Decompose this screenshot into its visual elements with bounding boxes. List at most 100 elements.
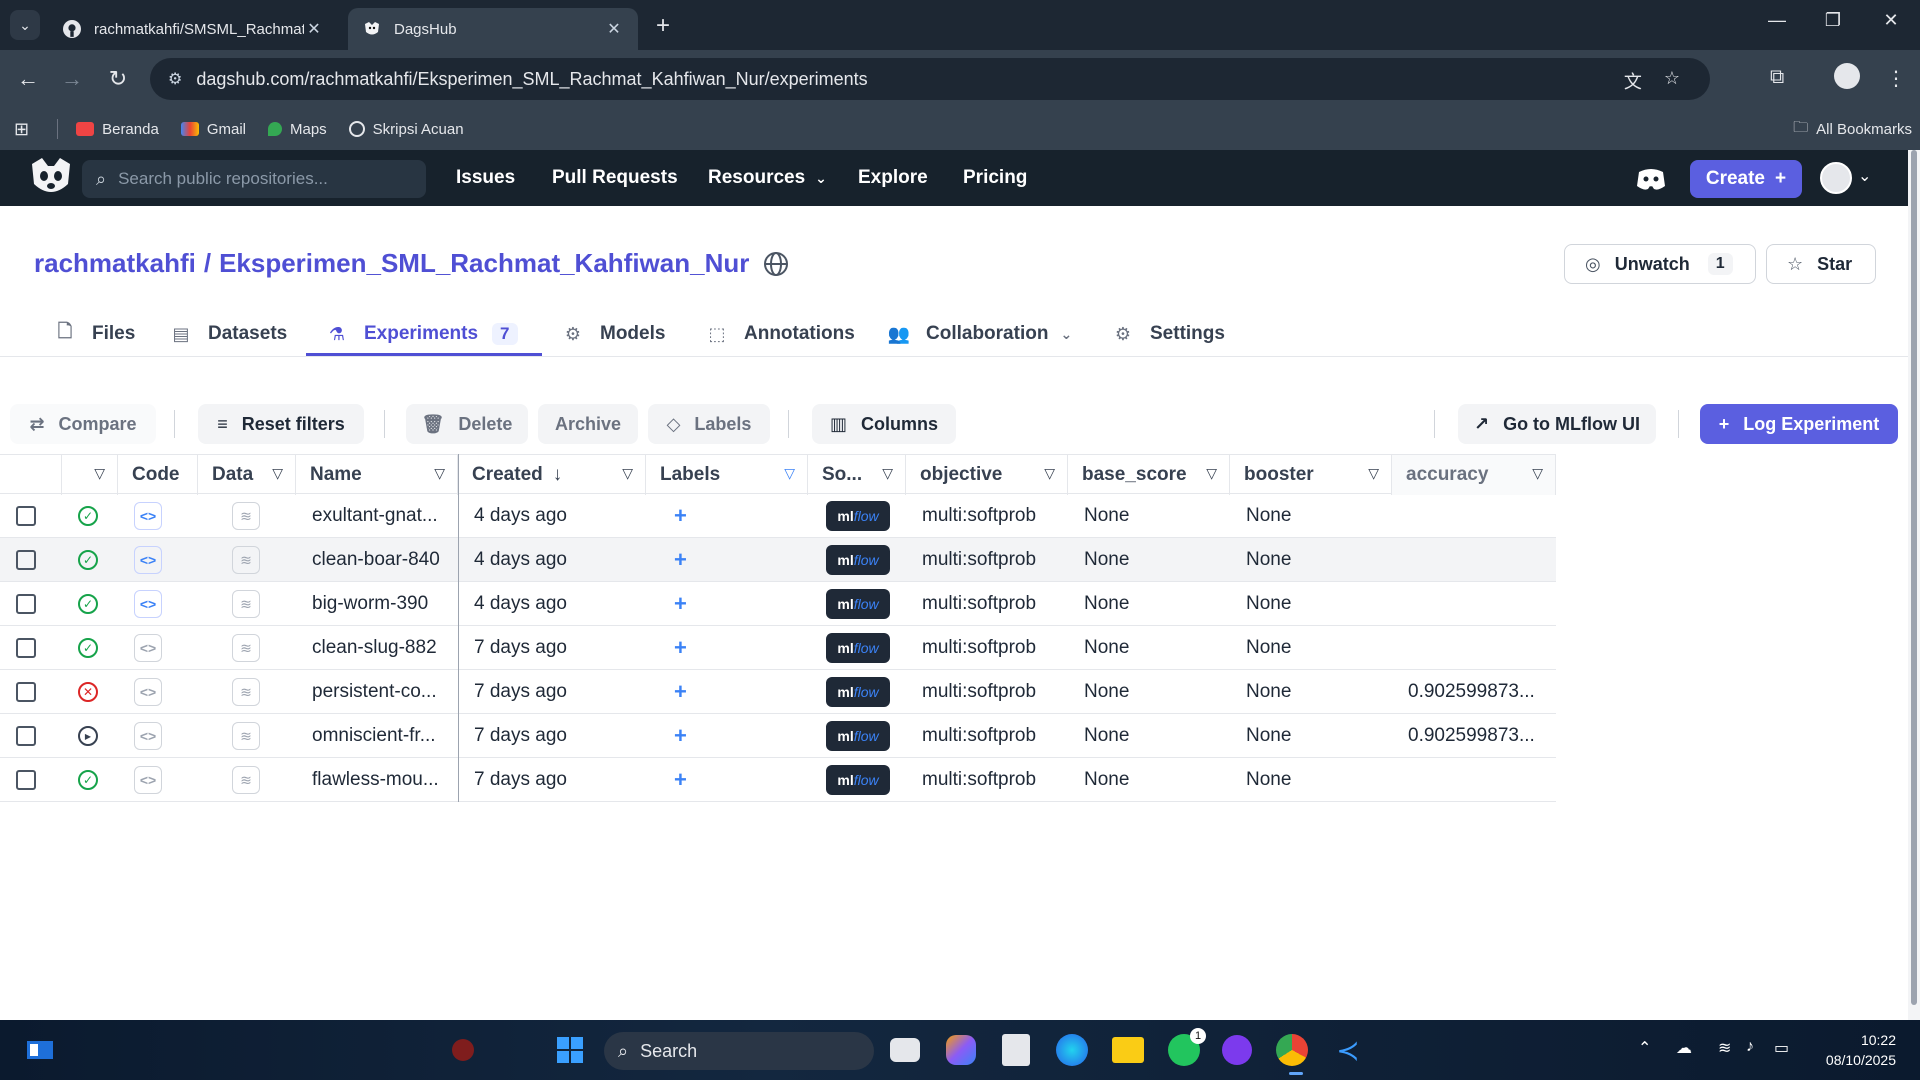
name-cell[interactable]: omniscient-fr... [312,714,452,758]
close-tab-icon[interactable]: ✕ [304,19,324,39]
bookmark-skripsi-acuan[interactable]: Skripsi Acuan [348,121,464,138]
header-source[interactable]: So... ▽ [808,455,906,495]
header-objective[interactable]: objective ▽ [906,455,1068,495]
add-label-icon[interactable]: + [674,767,687,793]
database-icon[interactable]: ≋ [232,502,260,530]
weather-icon[interactable] [452,1039,474,1061]
copilot-icon[interactable] [946,1035,976,1065]
code-icon[interactable]: <> [134,634,162,662]
taskbar-search[interactable]: ⌕ Search [604,1032,874,1070]
tab-search-menu-button[interactable]: ⌄ [10,10,40,40]
sort-desc-icon[interactable]: ↓ [553,464,563,486]
whatsapp-icon[interactable]: 1 [1168,1028,1206,1066]
filter-icon[interactable]: ▽ [882,465,893,482]
filter-icon[interactable]: ▽ [1044,465,1055,482]
go-to-mlflow-button[interactable]: ↗ Go to MLflow UI [1458,404,1656,444]
header-base-score[interactable]: base_score ▽ [1068,455,1230,495]
apps-grid-icon[interactable]: ⊞ [14,119,29,140]
table-row[interactable]: ✓ <> ≋ exultant-gnat... 4 days ago + ml flow mul… [0,494,1556,538]
tab-collaboration[interactable]: 👥 Collaboration ⌄ [888,314,1072,354]
name-cell[interactable]: persistent-co... [312,670,452,714]
filter-icon[interactable]: ▽ [622,465,633,482]
table-row[interactable]: ✕ <> ≋ persistent-co... 7 days ago + ml flow mul… [0,670,1556,714]
mlflow-logo-icon[interactable]: ml flow [826,501,890,531]
filter-icon[interactable]: ▽ [434,465,445,482]
table-row[interactable]: ✓ <> ≋ clean-boar-840 4 days ago + ml flow multi… [0,538,1556,582]
system-clock[interactable]: 10:22 08/10/2025 [1806,1030,1896,1070]
nav-explore[interactable]: Explore [858,150,928,206]
windows-start-icon[interactable] [552,1032,588,1068]
add-label-icon[interactable]: + [674,591,687,617]
row-checkbox[interactable] [16,594,36,614]
forward-button[interactable]: → [58,65,86,93]
mlflow-logo-icon[interactable]: ml flow [826,721,890,751]
database-icon[interactable]: ≋ [232,678,260,706]
widgets-icon[interactable] [22,1032,58,1068]
name-cell[interactable]: flawless-mou... [312,758,452,802]
extensions-icon[interactable]: ⧉ [1770,66,1784,89]
code-icon[interactable]: <> [134,590,162,618]
edge-icon[interactable] [1056,1034,1088,1066]
close-tab-icon[interactable]: ✕ [604,19,624,39]
show-hidden-icons-icon[interactable]: ⌃ [1638,1038,1651,1058]
filter-icon[interactable]: ▽ [94,465,105,482]
filter-icon[interactable]: ▽ [1206,465,1217,482]
address-bar[interactable]: ⚙ dagshub.com/rachmatkahfi/Eksperimen_SM… [150,58,1710,100]
onedrive-icon[interactable]: ☁ [1676,1038,1692,1058]
task-view-icon[interactable] [890,1038,920,1062]
add-label-icon[interactable]: + [674,547,687,573]
table-row[interactable]: ✓ <> ≋ clean-slug-882 7 days ago + ml flow multi… [0,626,1556,670]
nav-pull-requests[interactable]: Pull Requests [552,150,678,206]
header-name[interactable]: Name ▽ [296,455,458,495]
nav-resources[interactable]: Resources ⌄ [708,150,827,206]
code-icon[interactable]: <> [134,502,162,530]
tab-files[interactable]: 🗋 Files [54,314,136,354]
mlflow-logo-icon[interactable]: ml flow [826,677,890,707]
row-checkbox[interactable] [16,726,36,746]
user-avatar[interactable] [1820,162,1852,194]
scrollbar-thumb[interactable] [1911,150,1917,1005]
columns-button[interactable]: ▥ Columns [812,404,956,444]
file-explorer-icon[interactable] [1112,1037,1144,1063]
bookmark-gmail[interactable]: Gmail [180,121,246,138]
tab-datasets[interactable]: ▤ Datasets [170,314,287,354]
row-checkbox[interactable] [16,770,36,790]
bookmark-star-icon[interactable]: ☆ [1664,68,1680,94]
table-row[interactable]: ▶ <> ≋ omniscient-fr... 7 days ago + ml flow mul… [0,714,1556,758]
labels-button[interactable]: ◇ Labels [648,404,770,444]
browser-tab-dagshub[interactable]: DagsHub ✕ [348,8,638,50]
database-icon[interactable]: ≋ [232,634,260,662]
header-accuracy[interactable]: accuracy ▽ [1392,455,1556,495]
add-label-icon[interactable]: + [674,679,687,705]
reload-button[interactable]: ↻ [104,65,132,93]
row-checkbox[interactable] [16,682,36,702]
mlflow-logo-icon[interactable]: ml flow [826,633,890,663]
chrome-icon[interactable] [1276,1034,1308,1066]
tab-settings[interactable]: ⚙ Settings [1112,314,1225,354]
log-experiment-button[interactable]: + Log Experiment [1700,404,1898,444]
profile-avatar[interactable] [1834,63,1860,89]
notepad-icon[interactable] [1002,1034,1030,1066]
code-icon[interactable]: <> [134,546,162,574]
filter-icon[interactable]: ▽ [1532,465,1543,482]
name-cell[interactable]: clean-slug-882 [312,626,452,670]
vscode-icon[interactable]: ≺ [1330,1032,1366,1068]
add-label-icon[interactable]: + [674,635,687,661]
dagshub-logo[interactable] [28,156,74,200]
create-button[interactable]: Create + [1690,160,1802,198]
row-checkbox[interactable] [16,506,36,526]
filter-icon[interactable]: ▽ [272,465,283,482]
code-icon[interactable]: <> [134,722,162,750]
star-button[interactable]: ☆ Star [1766,244,1876,284]
database-icon[interactable]: ≋ [232,590,260,618]
header-booster[interactable]: booster ▽ [1230,455,1392,495]
table-row[interactable]: ✓ <> ≋ big-worm-390 4 days ago + ml flow multi:s… [0,582,1556,626]
github-desktop-icon[interactable] [1222,1035,1252,1065]
bookmark-beranda[interactable]: Beranda [76,121,159,138]
row-checkbox[interactable] [16,638,36,658]
code-icon[interactable]: <> [134,678,162,706]
volume-icon[interactable]: ♪ [1746,1038,1754,1056]
back-button[interactable]: ← [14,65,42,93]
header-code[interactable]: Code [118,455,198,495]
chevron-down-icon[interactable]: ⌄ [1858,166,1871,186]
